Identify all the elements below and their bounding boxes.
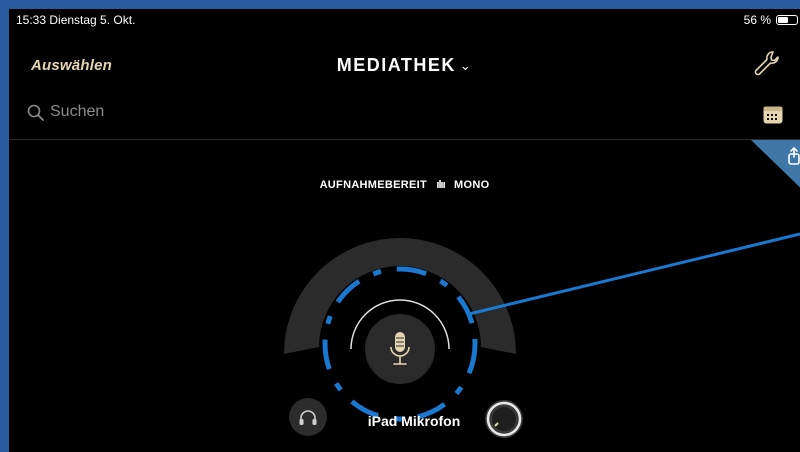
library-title-menu[interactable]: MEDIATHEK ⌄ bbox=[9, 55, 800, 76]
annotation-pointer-line bbox=[468, 232, 800, 316]
status-right: 56 % bbox=[744, 13, 798, 27]
search-icon bbox=[27, 104, 44, 121]
navigation-bar: Auswählen MEDIATHEK ⌄ bbox=[9, 27, 800, 97]
input-source-label: iPad Mikrofon bbox=[367, 413, 461, 429]
gain-knob-icon[interactable] bbox=[483, 398, 525, 440]
channel-mode-label: MONO bbox=[454, 179, 490, 191]
battery-percent: 56 % bbox=[743, 13, 771, 27]
battery-level-fill bbox=[778, 17, 789, 23]
headphones-button[interactable] bbox=[289, 398, 327, 436]
recording-status: AUFNAHMEBEREIT ılıı MONO bbox=[9, 179, 800, 191]
chevron-down-icon: ⌄ bbox=[459, 58, 473, 73]
ipad-screen: 15:33 Dienstag 5. Okt. 56 % Auswählen ME… bbox=[9, 9, 800, 452]
share-corner-tab[interactable] bbox=[751, 140, 800, 200]
battery-icon bbox=[776, 15, 798, 25]
status-time-date: 15:33 Dienstag 5. Okt. bbox=[16, 13, 136, 27]
search-divider bbox=[9, 139, 800, 140]
wrench-icon[interactable] bbox=[751, 49, 781, 79]
record-ready-label: AUFNAHMEBEREIT bbox=[319, 179, 428, 191]
microphone-button[interactable] bbox=[365, 314, 435, 384]
waveform-icon: ılıı bbox=[436, 179, 445, 191]
microphone-icon bbox=[390, 332, 410, 365]
search-placeholder: Suchen bbox=[50, 103, 105, 120]
headphones-icon bbox=[299, 410, 317, 425]
calendar-icon[interactable] bbox=[762, 104, 784, 126]
search-field[interactable]: Suchen bbox=[27, 101, 104, 123]
status-bar: 15:33 Dienstag 5. Okt. 56 % bbox=[9, 9, 800, 27]
page-title: MEDIATHEK bbox=[336, 55, 456, 75]
